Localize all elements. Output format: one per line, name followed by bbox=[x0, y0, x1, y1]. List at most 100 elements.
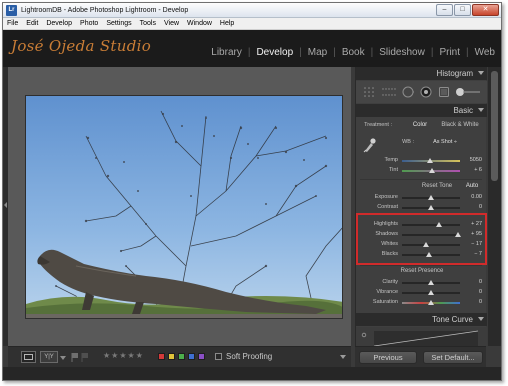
menu-tools[interactable]: Tools bbox=[140, 20, 156, 27]
module-book[interactable]: Book bbox=[342, 47, 365, 58]
menu-photo[interactable]: Photo bbox=[80, 20, 98, 27]
rating-star-icon[interactable]: ★ bbox=[111, 351, 118, 360]
maximize-button[interactable]: □ bbox=[454, 4, 471, 16]
auto-tone-button[interactable]: Auto bbox=[462, 183, 482, 189]
graduated-filter-icon[interactable] bbox=[438, 86, 450, 98]
expand-left-panel-icon[interactable] bbox=[4, 202, 7, 208]
module-print[interactable]: Print bbox=[439, 47, 460, 58]
previous-button[interactable]: Previous bbox=[359, 351, 417, 364]
highlight-annotation-box bbox=[356, 213, 487, 265]
menu-file[interactable]: File bbox=[7, 20, 18, 27]
collapse-tone-curve-icon[interactable] bbox=[478, 317, 484, 321]
saturation-value[interactable]: 0 bbox=[460, 299, 482, 305]
menu-develop[interactable]: Develop bbox=[46, 20, 72, 27]
right-panel-scrollbar[interactable] bbox=[488, 67, 501, 346]
module-library[interactable]: Library bbox=[211, 47, 242, 58]
tone-curve-title: Tone Curve bbox=[432, 315, 473, 324]
tone-curve-panel-header[interactable]: Tone Curve bbox=[356, 313, 487, 326]
module-separator: | bbox=[370, 47, 374, 58]
menu-bar: File Edit Develop Photo Settings Tools V… bbox=[3, 18, 501, 30]
close-button[interactable]: ✕ bbox=[472, 4, 499, 16]
tint-label: Tint bbox=[389, 167, 398, 173]
temp-value[interactable]: 5050 bbox=[460, 157, 482, 163]
adjustment-brush-icon[interactable] bbox=[455, 87, 481, 97]
module-slideshow[interactable]: Slideshow bbox=[379, 47, 425, 58]
temp-label: Temp bbox=[384, 157, 398, 163]
before-after-dropdown-icon[interactable] bbox=[60, 356, 66, 360]
contrast-label: Contrast bbox=[377, 204, 398, 210]
color-label-swatch[interactable] bbox=[188, 353, 195, 360]
module-web[interactable]: Web bbox=[475, 47, 495, 58]
basic-title: Basic bbox=[453, 106, 473, 115]
contrast-value[interactable]: 0 bbox=[460, 204, 482, 210]
toolbar-options-icon[interactable] bbox=[340, 355, 346, 359]
clarity-value[interactable]: 0 bbox=[460, 279, 482, 285]
color-label-swatch[interactable] bbox=[168, 353, 175, 360]
section-divider bbox=[360, 179, 482, 180]
exposure-slider-thumb[interactable] bbox=[428, 195, 434, 200]
module-separator: | bbox=[299, 47, 302, 58]
vibrance-value[interactable]: 0 bbox=[460, 289, 482, 295]
vibrance-slider-thumb[interactable] bbox=[428, 290, 434, 295]
bottom-toolbar: Y|Y ★ ★ ★ ★ ★ Soft Proofing bbox=[8, 346, 351, 367]
flag-icons[interactable] bbox=[71, 352, 91, 363]
photo[interactable] bbox=[25, 95, 343, 319]
histogram-panel-header[interactable]: Histogram bbox=[356, 67, 487, 80]
tone-curve-preview[interactable] bbox=[356, 327, 487, 347]
filmstrip bbox=[3, 367, 501, 380]
rating-star-icon[interactable]: ★ bbox=[136, 351, 143, 360]
temp-slider-thumb[interactable] bbox=[426, 158, 433, 163]
rating-star-icon[interactable]: ★ bbox=[119, 351, 126, 360]
tint-value[interactable]: + 6 bbox=[460, 167, 482, 173]
module-separator: | bbox=[466, 47, 469, 58]
module-map[interactable]: Map bbox=[308, 47, 327, 58]
set-default-button[interactable]: Set Default... bbox=[423, 351, 483, 364]
loupe-view-icon bbox=[24, 354, 33, 360]
loupe-view-button[interactable] bbox=[21, 351, 36, 363]
title-bar: Lr LightroomDB - Adobe Photoshop Lightro… bbox=[3, 3, 501, 18]
reset-presence-label[interactable]: Reset Presence bbox=[394, 268, 450, 274]
wb-label: WB : bbox=[402, 139, 414, 145]
before-after-button[interactable]: Y|Y bbox=[40, 351, 58, 363]
menu-settings[interactable]: Settings bbox=[106, 20, 131, 27]
soft-proofing-label: Soft Proofing bbox=[226, 352, 273, 361]
crop-tool-icon[interactable] bbox=[382, 86, 396, 98]
wb-preset-dropdown[interactable]: As Shot ÷ bbox=[422, 139, 468, 145]
rating-star-icon[interactable]: ★ bbox=[128, 351, 135, 360]
clarity-slider-thumb[interactable] bbox=[428, 280, 434, 285]
minimize-button[interactable]: – bbox=[436, 4, 453, 16]
menu-edit[interactable]: Edit bbox=[26, 20, 38, 27]
menu-view[interactable]: View bbox=[164, 20, 179, 27]
tool-strip bbox=[356, 81, 487, 103]
color-label-swatch[interactable] bbox=[178, 353, 185, 360]
menu-window[interactable]: Window bbox=[187, 20, 212, 27]
star-rating[interactable]: ★ ★ ★ ★ ★ bbox=[103, 351, 143, 360]
tint-slider-thumb[interactable] bbox=[429, 168, 436, 173]
reset-tone-label[interactable]: Reset Tone bbox=[414, 183, 460, 189]
red-eye-icon[interactable] bbox=[420, 86, 432, 98]
rating-star-icon[interactable]: ★ bbox=[103, 351, 110, 360]
collapse-histogram-icon[interactable] bbox=[478, 71, 484, 75]
treatment-label: Treatment : bbox=[364, 122, 392, 128]
menu-help[interactable]: Help bbox=[220, 20, 234, 27]
module-develop[interactable]: Develop bbox=[256, 47, 293, 58]
collapse-basic-icon[interactable] bbox=[478, 108, 484, 112]
scrollbar-thumb[interactable] bbox=[491, 71, 498, 181]
module-picker: Library | Develop | Map | Book | Slidesh… bbox=[211, 47, 495, 58]
color-label-swatch[interactable] bbox=[158, 353, 165, 360]
basic-panel-header[interactable]: Basic bbox=[356, 104, 487, 117]
spot-removal-icon[interactable] bbox=[402, 86, 414, 98]
right-panel-footer: Previous Set Default... bbox=[355, 346, 486, 367]
treatment-black-white[interactable]: Black & White bbox=[436, 122, 484, 128]
color-label-swatch[interactable] bbox=[198, 353, 205, 360]
exposure-value[interactable]: 0.00 bbox=[460, 194, 482, 200]
section-divider bbox=[360, 265, 482, 266]
saturation-slider-thumb[interactable] bbox=[428, 300, 434, 305]
white-balance-eyedropper-icon[interactable] bbox=[362, 137, 376, 153]
contrast-slider-thumb[interactable] bbox=[428, 205, 434, 210]
treatment-color[interactable]: Color bbox=[408, 122, 432, 128]
grid-overlay-icon[interactable] bbox=[363, 86, 377, 98]
soft-proofing-checkbox[interactable] bbox=[215, 353, 222, 360]
tone-curve-graph bbox=[361, 330, 479, 347]
color-labels[interactable] bbox=[158, 353, 205, 360]
